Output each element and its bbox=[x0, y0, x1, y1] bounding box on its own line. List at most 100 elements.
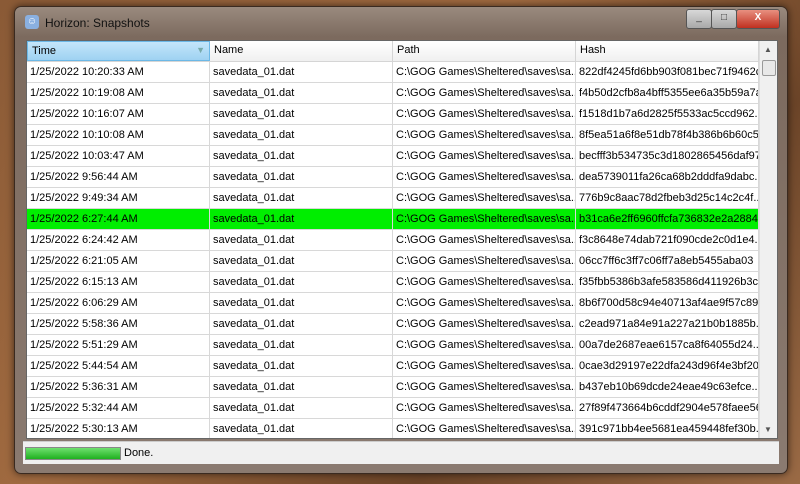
table-row[interactable]: 1/25/2022 5:36:31 AM savedata_01.dat C:\GO… bbox=[27, 377, 777, 398]
cell-hash: f3c8648e74dab721f090cde2c0d1e4... bbox=[576, 230, 759, 250]
cell-path: C:\GOG Games\Sheltered\saves\sa... bbox=[393, 146, 576, 166]
cell-time: 1/25/2022 9:49:34 AM bbox=[27, 188, 210, 208]
cell-path: C:\GOG Games\Sheltered\saves\sa... bbox=[393, 104, 576, 124]
cell-time: 1/25/2022 6:27:44 AM bbox=[27, 209, 210, 229]
cell-time: 1/25/2022 10:19:08 AM bbox=[27, 83, 210, 103]
scrollbar-thumb[interactable] bbox=[762, 60, 776, 76]
cell-hash: becfff3b534735c3d1802865456daf97 bbox=[576, 146, 759, 166]
cell-name: savedata_01.dat bbox=[210, 125, 393, 145]
table-row[interactable]: 1/25/2022 5:44:54 AM savedata_01.dat C:\GO… bbox=[27, 356, 777, 377]
cell-hash: b31ca6e2ff6960ffcfa736832e2a2884 bbox=[576, 209, 759, 229]
cell-hash: 00a7de2687eae6157ca8f64055d24... bbox=[576, 335, 759, 355]
snapshots-window: ☺ Horizon: Snapshots _ □ X Time ▼ Name Pa… bbox=[14, 6, 788, 474]
table-row[interactable]: 1/25/2022 6:15:13 AM savedata_01.dat C:\GO… bbox=[27, 272, 777, 293]
table-row[interactable]: 1/25/2022 10:16:07 AM savedata_01.dat C:\G… bbox=[27, 104, 777, 125]
table-row[interactable]: 1/25/2022 6:06:29 AM savedata_01.dat C:\GO… bbox=[27, 293, 777, 314]
vertical-scrollbar[interactable]: ▲ ▼ bbox=[759, 41, 777, 438]
cell-path: C:\GOG Games\Sheltered\saves\sa... bbox=[393, 188, 576, 208]
cell-path: C:\GOG Games\Sheltered\saves\sa... bbox=[393, 62, 576, 82]
cell-hash: b437eb10b69dcde24eae49c63efce... bbox=[576, 377, 759, 397]
cell-name: savedata_01.dat bbox=[210, 251, 393, 271]
cell-name: savedata_01.dat bbox=[210, 146, 393, 166]
cell-path: C:\GOG Games\Sheltered\saves\sa... bbox=[393, 419, 576, 438]
window-title: Horizon: Snapshots bbox=[45, 16, 150, 30]
scroll-up-icon[interactable]: ▲ bbox=[764, 45, 772, 54]
table-row[interactable]: 1/25/2022 6:24:42 AM savedata_01.dat C:\GO… bbox=[27, 230, 777, 251]
table-row[interactable]: 1/25/2022 5:30:13 AM savedata_01.dat C:\GO… bbox=[27, 419, 777, 438]
table-row[interactable]: 1/25/2022 5:32:44 AM savedata_01.dat C:\GO… bbox=[27, 398, 777, 419]
cell-time: 1/25/2022 6:06:29 AM bbox=[27, 293, 210, 313]
cell-path: C:\GOG Games\Sheltered\saves\sa... bbox=[393, 356, 576, 376]
cell-time: 1/25/2022 9:56:44 AM bbox=[27, 167, 210, 187]
cell-path: C:\GOG Games\Sheltered\saves\sa... bbox=[393, 230, 576, 250]
column-header-hash[interactable]: Hash bbox=[576, 41, 759, 61]
cell-name: savedata_01.dat bbox=[210, 293, 393, 313]
cell-hash: f1518d1b7a6d2825f5533ac5ccd962... bbox=[576, 104, 759, 124]
cell-hash: 822df4245fd6bb903f081bec71f9462c bbox=[576, 62, 759, 82]
cell-time: 1/25/2022 6:15:13 AM bbox=[27, 272, 210, 292]
cell-name: savedata_01.dat bbox=[210, 188, 393, 208]
cell-path: C:\GOG Games\Sheltered\saves\sa... bbox=[393, 272, 576, 292]
column-header-time[interactable]: Time ▼ bbox=[27, 41, 210, 61]
cell-path: C:\GOG Games\Sheltered\saves\sa... bbox=[393, 209, 576, 229]
column-header-path[interactable]: Path bbox=[393, 41, 576, 61]
cell-name: savedata_01.dat bbox=[210, 230, 393, 250]
cell-hash: 391c971bb4ee5681ea459448fef30b... bbox=[576, 419, 759, 438]
table-row[interactable]: 1/25/2022 9:49:34 AM savedata_01.dat C:\GO… bbox=[27, 188, 777, 209]
table-row[interactable]: 1/25/2022 10:19:08 AM savedata_01.dat C:\G… bbox=[27, 83, 777, 104]
table-row[interactable]: 1/25/2022 9:56:44 AM savedata_01.dat C:\GO… bbox=[27, 167, 777, 188]
scroll-down-icon[interactable]: ▼ bbox=[764, 425, 772, 434]
sort-arrow-icon: ▼ bbox=[196, 45, 205, 55]
cell-hash: 0cae3d29197e22dfa243d96f4e3bf207 bbox=[576, 356, 759, 376]
cell-name: savedata_01.dat bbox=[210, 335, 393, 355]
cell-time: 1/25/2022 5:44:54 AM bbox=[27, 356, 210, 376]
column-header-name[interactable]: Name bbox=[210, 41, 393, 61]
cell-time: 1/25/2022 5:30:13 AM bbox=[27, 419, 210, 438]
table-row[interactable]: 1/25/2022 5:51:29 AM savedata_01.dat C:\GO… bbox=[27, 335, 777, 356]
snapshot-list[interactable]: Time ▼ Name Path Hash 1/25/2022 10:20:33 … bbox=[26, 40, 778, 439]
table-row[interactable]: 1/25/2022 10:03:47 AM savedata_01.dat C:\G… bbox=[27, 146, 777, 167]
maximize-button[interactable]: □ bbox=[711, 9, 737, 29]
cell-name: savedata_01.dat bbox=[210, 398, 393, 418]
cell-hash: dea5739011fa26ca68b2dddfa9dabc... bbox=[576, 167, 759, 187]
cell-name: savedata_01.dat bbox=[210, 209, 393, 229]
cell-time: 1/25/2022 6:24:42 AM bbox=[27, 230, 210, 250]
minimize-button[interactable]: _ bbox=[686, 9, 712, 29]
cell-name: savedata_01.dat bbox=[210, 167, 393, 187]
cell-name: savedata_01.dat bbox=[210, 62, 393, 82]
close-button[interactable]: X bbox=[736, 9, 780, 29]
cell-path: C:\GOG Games\Sheltered\saves\sa... bbox=[393, 335, 576, 355]
cell-hash: 06cc7ff6c3ff7c06ff7a8eb5455aba03 bbox=[576, 251, 759, 271]
cell-hash: 8f5ea51a6f8e51db78f4b386b6b60c55 bbox=[576, 125, 759, 145]
list-header: Time ▼ Name Path Hash bbox=[27, 41, 777, 62]
cell-hash: 776b9c8aac78d2fbeb3d25c14c2c4f... bbox=[576, 188, 759, 208]
cell-time: 1/25/2022 5:58:36 AM bbox=[27, 314, 210, 334]
cell-path: C:\GOG Games\Sheltered\saves\sa... bbox=[393, 398, 576, 418]
cell-name: savedata_01.dat bbox=[210, 314, 393, 334]
cell-time: 1/25/2022 10:16:07 AM bbox=[27, 104, 210, 124]
cell-time: 1/25/2022 6:21:05 AM bbox=[27, 251, 210, 271]
app-icon: ☺ bbox=[25, 15, 39, 29]
cell-path: C:\GOG Games\Sheltered\saves\sa... bbox=[393, 293, 576, 313]
cell-time: 1/25/2022 5:32:44 AM bbox=[27, 398, 210, 418]
cell-name: savedata_01.dat bbox=[210, 356, 393, 376]
status-text: Done. bbox=[124, 447, 154, 459]
table-row[interactable]: 1/25/2022 6:27:44 AM savedata_01.dat C:\GO… bbox=[27, 209, 777, 230]
column-label: Time bbox=[32, 45, 57, 57]
cell-name: savedata_01.dat bbox=[210, 272, 393, 292]
cell-path: C:\GOG Games\Sheltered\saves\sa... bbox=[393, 377, 576, 397]
cell-time: 1/25/2022 5:36:31 AM bbox=[27, 377, 210, 397]
cell-hash: c2ead971a84e91a227a21b0b1885b... bbox=[576, 314, 759, 334]
cell-hash: 8b6f700d58c94e40713af4ae9f57c892 bbox=[576, 293, 759, 313]
status-bar: Done. bbox=[23, 441, 779, 464]
cell-time: 1/25/2022 10:03:47 AM bbox=[27, 146, 210, 166]
cell-path: C:\GOG Games\Sheltered\saves\sa... bbox=[393, 314, 576, 334]
cell-path: C:\GOG Games\Sheltered\saves\sa... bbox=[393, 167, 576, 187]
table-row[interactable]: 1/25/2022 10:10:08 AM savedata_01.dat C:\G… bbox=[27, 125, 777, 146]
cell-hash: f4b50d2cfb8a4bff5355ee6a35b59a7a bbox=[576, 83, 759, 103]
table-row[interactable]: 1/25/2022 10:20:33 AM savedata_01.dat C:\G… bbox=[27, 62, 777, 83]
table-row[interactable]: 1/25/2022 6:21:05 AM savedata_01.dat C:\GO… bbox=[27, 251, 777, 272]
cell-time: 1/25/2022 10:20:33 AM bbox=[27, 62, 210, 82]
cell-name: savedata_01.dat bbox=[210, 104, 393, 124]
table-row[interactable]: 1/25/2022 5:58:36 AM savedata_01.dat C:\GO… bbox=[27, 314, 777, 335]
